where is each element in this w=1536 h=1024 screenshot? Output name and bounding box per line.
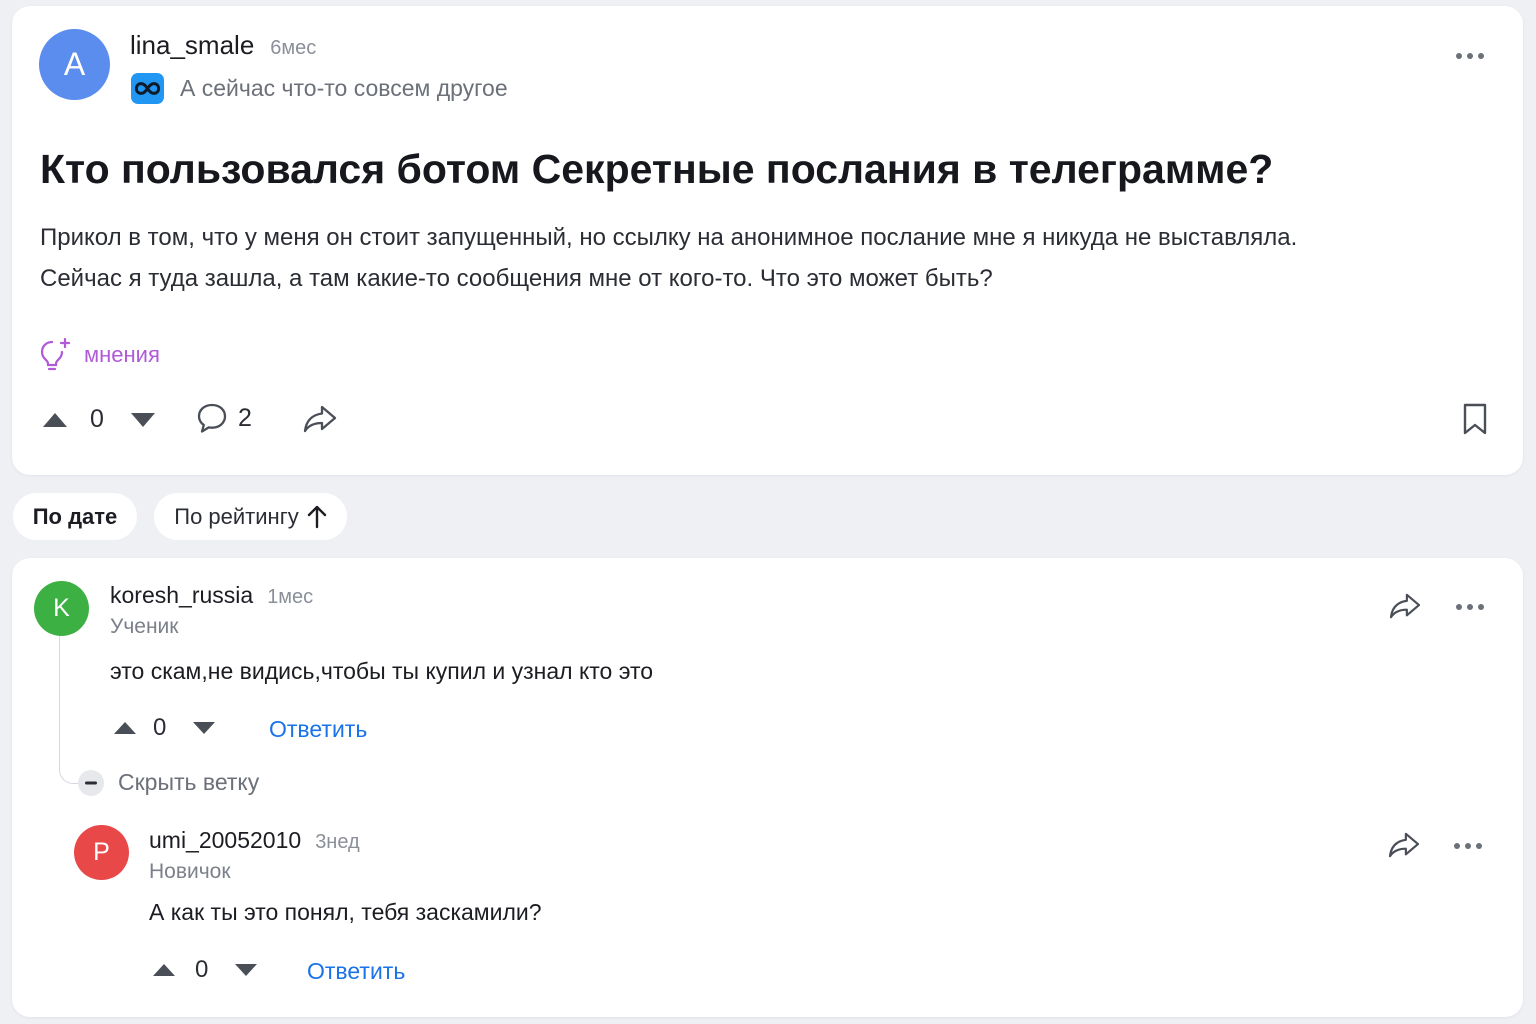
bookmark-icon[interactable] (1458, 400, 1492, 438)
user-rank: Новичок (149, 860, 231, 883)
upvote-icon[interactable] (112, 718, 138, 738)
comment-bubble-icon (196, 402, 228, 434)
avatar-letter: A (63, 46, 86, 82)
collapse-minus-icon (78, 769, 104, 796)
answer-text: это скам,не видись,чтобы ты купил и узна… (110, 658, 654, 684)
hide-thread-button[interactable]: Скрыть ветку (78, 769, 259, 796)
downvote-icon[interactable] (128, 408, 158, 432)
answer-username[interactable]: koresh_russia (110, 582, 253, 609)
reply-link[interactable]: Ответить (307, 958, 405, 985)
thread-line (59, 636, 79, 784)
user-rank: Ученик (110, 615, 179, 638)
sort-by-date-label: По дате (32, 503, 118, 529)
avatar[interactable]: K (34, 581, 89, 636)
answer-time: 3нед (315, 831, 360, 853)
more-options-icon[interactable] (1448, 834, 1488, 858)
lightbulb-plus-icon (38, 337, 72, 373)
downvote-icon[interactable] (191, 718, 217, 738)
sort-by-date-button[interactable]: По дате (13, 493, 137, 540)
author-username[interactable]: lina_smale (130, 30, 254, 61)
hide-thread-label: Скрыть ветку (118, 769, 260, 795)
answer-time: 1мес (267, 586, 314, 608)
answer-username[interactable]: umi_20052010 (149, 827, 301, 854)
more-options-icon[interactable] (1450, 44, 1490, 68)
more-options-icon[interactable] (1450, 595, 1490, 619)
question-body-line-2: Сейчас я туда зашла, а там какие-то сооб… (40, 265, 993, 292)
avatar[interactable]: A (39, 29, 110, 100)
avatar-letter: K (53, 594, 70, 622)
downvote-icon[interactable] (233, 960, 259, 980)
answers-card: K koresh_russia 1мес Ученик это скам,не … (12, 558, 1523, 1017)
avatar[interactable]: P (74, 825, 129, 880)
comments-button[interactable]: 2 (196, 402, 252, 434)
upvote-icon[interactable] (151, 960, 177, 980)
avatar-letter: P (93, 838, 110, 866)
comment-count: 2 (238, 403, 252, 432)
reply-link[interactable]: Ответить (269, 716, 367, 743)
upvote-icon[interactable] (40, 408, 70, 432)
answer-text: А как ты это понял, тебя заскамили? (149, 899, 542, 925)
vote-count: 0 (153, 714, 167, 741)
author-status: А сейчас что-то совсем другое (180, 75, 508, 101)
arrow-up-icon (307, 505, 327, 529)
question-body-line-1: Прикол в том, что у меня он стоит запуще… (40, 224, 1298, 251)
question-card: A lina_smale 6мес А сейчас что-то совсем… (12, 6, 1523, 475)
vote-count: 0 (195, 956, 209, 983)
question-title: Кто пользовался ботом Секретные послания… (40, 146, 1274, 192)
vote-count: 0 (90, 405, 104, 433)
post-time: 6мес (270, 37, 317, 59)
share-icon[interactable] (1385, 829, 1423, 861)
share-icon[interactable] (300, 402, 340, 436)
infinity-icon (131, 73, 164, 104)
share-icon[interactable] (1386, 590, 1424, 622)
tag-opinions[interactable]: мнения (38, 337, 160, 373)
sort-by-rating-button[interactable]: По рейтингу (154, 493, 347, 540)
tag-label: мнения (84, 342, 160, 367)
sort-by-rating-label: По рейтингу (174, 503, 299, 529)
